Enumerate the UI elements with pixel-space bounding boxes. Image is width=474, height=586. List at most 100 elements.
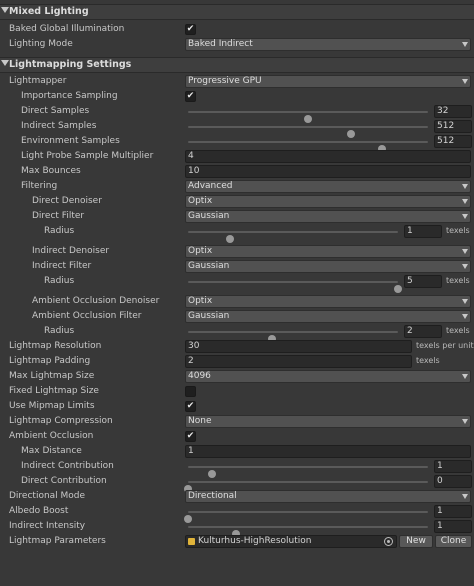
lighting-mode-row: Lighting Mode Baked Indirect — [0, 37, 474, 52]
indirect-radius-slider[interactable] — [188, 281, 402, 293]
albedo-boost-label: Albedo Boost — [9, 506, 69, 516]
max-bounces-field[interactable]: 10 — [185, 165, 471, 178]
ambient-occlusion-label: Ambient Occlusion — [9, 431, 94, 441]
dropdown-value: Progressive GPU — [188, 76, 262, 86]
direct-samples-slider[interactable] — [188, 111, 428, 123]
lighting-mode-dropdown[interactable]: Baked Indirect — [185, 38, 471, 51]
direct-samples-field[interactable]: 32 — [434, 105, 472, 118]
dropdown-value: Directional — [188, 491, 237, 501]
lightmap-parameters-label: Lightmap Parameters — [9, 536, 106, 546]
section-title: Mixed Lighting — [9, 6, 89, 17]
foldout-arrow-icon[interactable] — [1, 60, 9, 66]
foldout-arrow-icon[interactable] — [1, 7, 9, 13]
max-distance-label: Max Distance — [21, 446, 82, 456]
lightmap-compression-dropdown[interactable]: None — [185, 415, 471, 428]
ao-radius-unit: texels — [446, 326, 470, 335]
albedo-boost-field[interactable]: 1 — [434, 505, 472, 518]
lightmap-padding-label: Lightmap Padding — [9, 356, 91, 366]
max-distance-field[interactable]: 1 — [185, 445, 471, 458]
new-button[interactable]: New — [399, 535, 433, 548]
direct-radius-label: Radius — [44, 226, 75, 236]
max-lightmap-size-dropdown[interactable]: 4096 — [185, 370, 471, 383]
ao-filter-dropdown[interactable]: Gaussian — [185, 310, 471, 323]
indirect-contribution-slider[interactable] — [188, 466, 428, 478]
lightmap-resolution-label: Lightmap Resolution — [9, 341, 102, 351]
directional-mode-label: Directional Mode — [9, 491, 86, 501]
ambient-occlusion-checkbox[interactable]: ✔ — [185, 431, 196, 442]
direct-radius-row: Radius 1 texels — [0, 224, 474, 243]
environment-samples-slider[interactable] — [188, 141, 428, 153]
lightmap-resolution-field[interactable]: 30 — [185, 340, 412, 353]
slider-thumb[interactable] — [226, 235, 234, 243]
indirect-radius-label: Radius — [44, 276, 75, 286]
direct-contribution-field[interactable]: 0 — [434, 475, 472, 488]
indirect-filter-dropdown[interactable]: Gaussian — [185, 260, 471, 273]
chevron-down-icon — [462, 214, 468, 219]
light-probe-multiplier-field[interactable]: 4 — [185, 150, 471, 163]
max-bounces-label: Max Bounces — [21, 166, 81, 176]
ao-radius-field[interactable]: 2 — [404, 325, 442, 338]
indirect-intensity-slider[interactable] — [188, 526, 428, 538]
dropdown-value: None — [188, 416, 212, 426]
lightmap-resolution-unit: texels per unit — [416, 341, 474, 350]
direct-radius-field[interactable]: 1 — [404, 225, 442, 238]
slider-thumb[interactable] — [394, 285, 402, 293]
chevron-down-icon — [462, 374, 468, 379]
lightmapping-settings-header[interactable]: Lightmapping Settings — [0, 57, 474, 73]
mixed-lighting-header[interactable]: Mixed Lighting — [0, 4, 474, 20]
indirect-denoiser-dropdown[interactable]: Optix — [185, 245, 471, 258]
object-picker-icon[interactable] — [384, 537, 393, 546]
fixed-lightmap-size-checkbox[interactable] — [185, 386, 196, 397]
ao-denoiser-dropdown[interactable]: Optix — [185, 295, 471, 308]
environment-samples-field[interactable]: 512 — [434, 135, 472, 148]
max-bounces-row: Max Bounces 10 — [0, 164, 474, 179]
direct-filter-label: Direct Filter — [32, 211, 85, 221]
filtering-dropdown[interactable]: Advanced — [185, 180, 471, 193]
chevron-down-icon — [462, 314, 468, 319]
direct-contribution-label: Direct Contribution — [21, 476, 107, 486]
importance-sampling-label: Importance Sampling — [21, 91, 118, 101]
indirect-denoiser-label: Indirect Denoiser — [32, 246, 110, 256]
max-distance-row: Max Distance 1 — [0, 444, 474, 459]
directional-mode-dropdown[interactable]: Directional — [185, 490, 471, 503]
ao-denoiser-label: Ambient Occlusion Denoiser — [32, 296, 160, 306]
lightmap-compression-label: Lightmap Compression — [9, 416, 113, 426]
direct-contribution-slider[interactable] — [184, 481, 428, 493]
lighting-mode-label: Lighting Mode — [9, 39, 73, 49]
lightmapper-dropdown[interactable]: Progressive GPU — [185, 75, 471, 88]
filtering-row: Filtering Advanced — [0, 179, 474, 194]
indirect-samples-slider[interactable] — [188, 126, 428, 138]
lightmap-parameters-field[interactable]: Kulturhus-HighResolution — [185, 535, 397, 548]
direct-denoiser-dropdown[interactable]: Optix — [185, 195, 471, 208]
chevron-down-icon — [462, 264, 468, 269]
use-mipmap-limits-checkbox[interactable]: ✔ — [185, 401, 196, 412]
direct-contribution-row: Direct Contribution 0 — [0, 474, 474, 493]
albedo-boost-slider[interactable] — [184, 511, 428, 523]
lightmap-padding-unit: texels — [416, 356, 440, 365]
indirect-radius-field[interactable]: 5 — [404, 275, 442, 288]
environment-samples-label: Environment Samples — [21, 136, 120, 146]
max-lightmap-size-row: Max Lightmap Size 4096 — [0, 369, 474, 384]
importance-sampling-checkbox[interactable]: ✔ — [185, 91, 196, 102]
ao-radius-label: Radius — [44, 326, 75, 336]
indirect-intensity-field[interactable]: 1 — [434, 520, 472, 533]
dropdown-value: Advanced — [188, 181, 233, 191]
direct-filter-dropdown[interactable]: Gaussian — [185, 210, 471, 223]
lightmap-padding-field[interactable]: 2 — [185, 355, 412, 368]
baked-gi-checkbox[interactable]: ✔ — [185, 24, 196, 35]
chevron-down-icon — [462, 249, 468, 254]
indirect-radius-row: Radius 5 texels — [0, 274, 474, 293]
indirect-samples-field[interactable]: 512 — [434, 120, 472, 133]
lightmap-parameters-asset-icon — [188, 538, 195, 545]
clone-button[interactable]: Clone — [435, 535, 472, 548]
use-mipmap-limits-row: Use Mipmap Limits ✔ — [0, 399, 474, 414]
ao-radius-slider[interactable] — [188, 331, 398, 343]
indirect-contribution-row: Indirect Contribution 1 — [0, 459, 474, 478]
ao-filter-label: Ambient Occlusion Filter — [32, 311, 142, 321]
baked-gi-row: Baked Global Illumination ✔ — [0, 22, 474, 37]
indirect-contribution-field[interactable]: 1 — [434, 460, 472, 473]
direct-radius-slider[interactable] — [188, 231, 398, 243]
chevron-down-icon — [462, 494, 468, 499]
environment-samples-row: Environment Samples 512 — [0, 134, 474, 153]
lightmap-padding-row: Lightmap Padding 2 texels — [0, 354, 474, 369]
